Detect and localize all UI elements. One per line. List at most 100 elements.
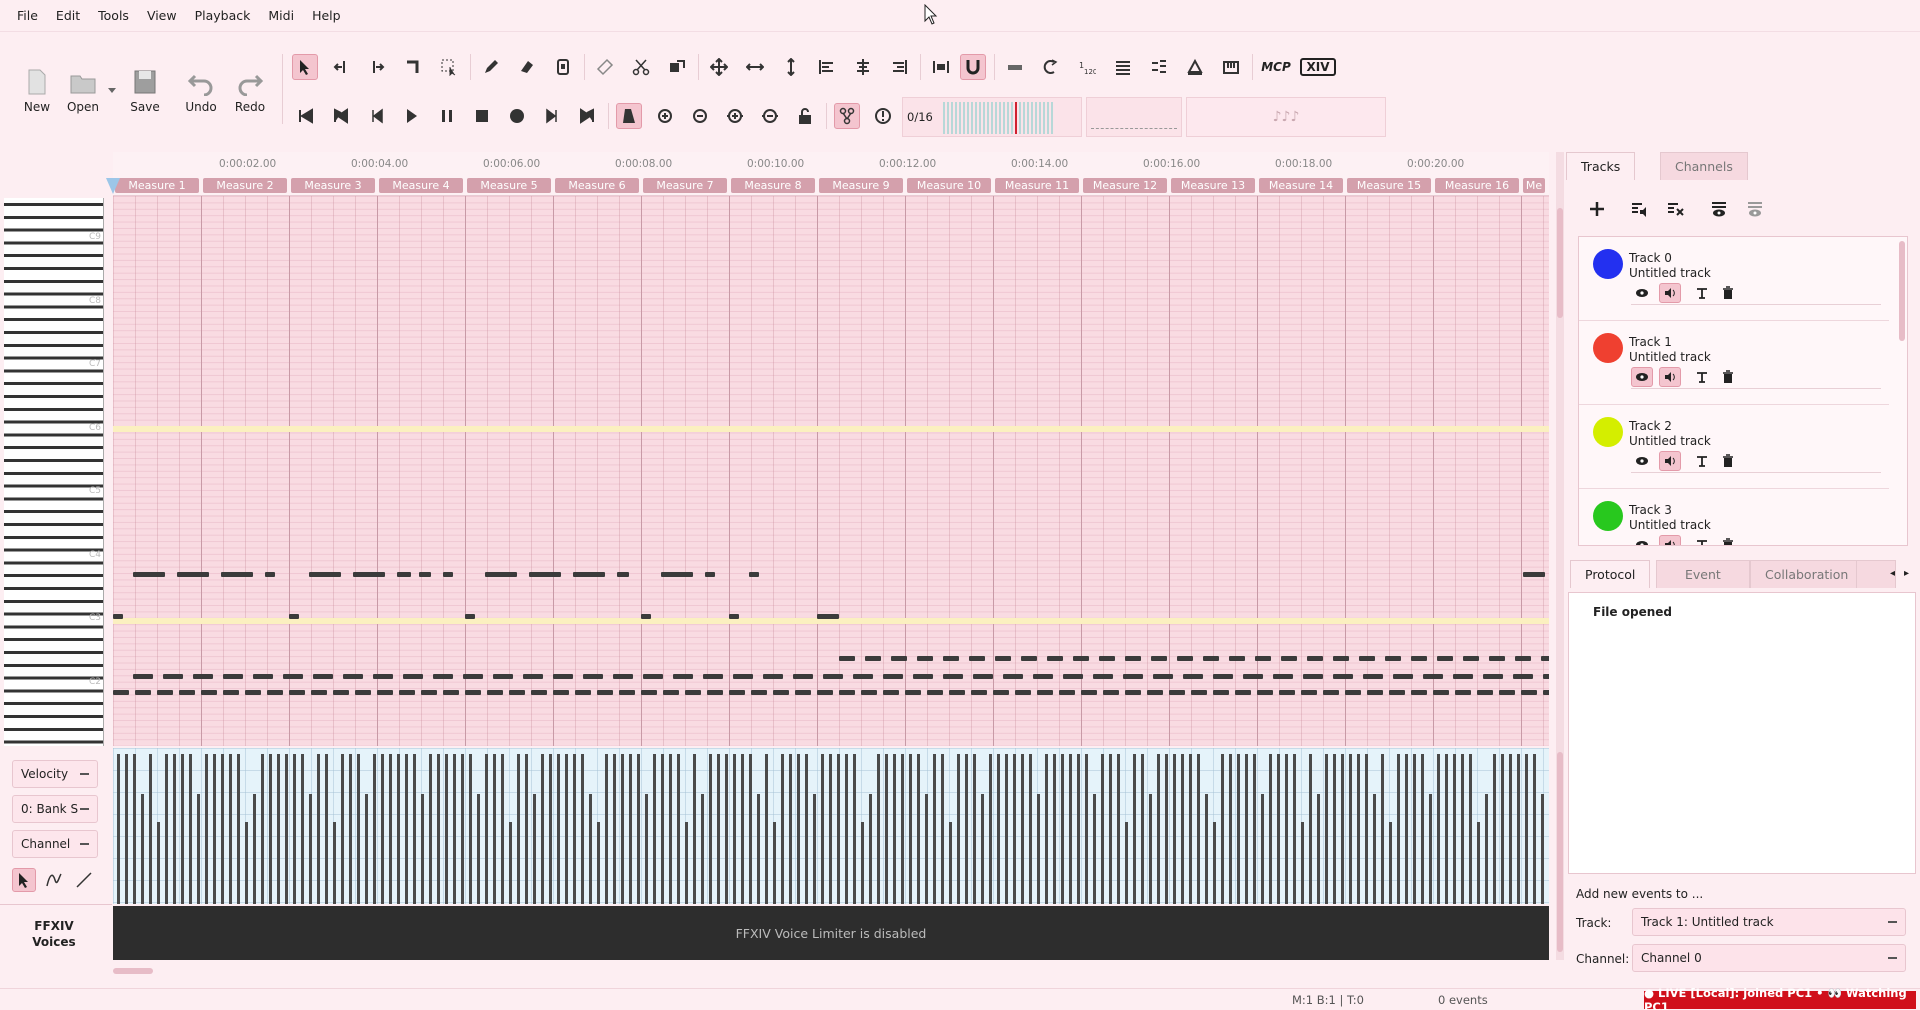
velocity-bar[interactable] <box>1269 754 1272 904</box>
save-button[interactable]: Save <box>120 68 170 138</box>
midi-note[interactable] <box>573 572 605 577</box>
midi-note[interactable] <box>1281 656 1297 661</box>
midi-note[interactable] <box>463 674 483 679</box>
velocity-bar[interactable] <box>1445 754 1448 904</box>
select-single-tool-button[interactable] <box>400 54 426 80</box>
velocity-bar[interactable] <box>1381 754 1384 904</box>
velocity-bar[interactable] <box>733 754 736 904</box>
velocity-bar[interactable] <box>797 754 800 904</box>
midi-note[interactable] <box>1453 674 1473 679</box>
move-all-tool-button[interactable] <box>706 54 732 80</box>
midi-note[interactable] <box>223 690 239 695</box>
midi-note[interactable] <box>1477 690 1493 695</box>
midi-note[interactable] <box>705 572 715 577</box>
add-track-button[interactable] <box>1584 196 1610 222</box>
midi-note[interactable] <box>179 690 195 695</box>
velocity-bar[interactable] <box>1493 754 1496 904</box>
track-row[interactable]: Track 1 Untitled track <box>1579 321 1889 405</box>
midi-note[interactable] <box>1303 674 1323 679</box>
midi-note[interactable] <box>1213 690 1229 695</box>
velocity-bar[interactable] <box>1285 754 1288 904</box>
midi-note[interactable] <box>1169 690 1185 695</box>
velocity-bar[interactable] <box>509 822 512 904</box>
velocity-bar[interactable] <box>965 754 968 904</box>
velocity-select[interactable]: Velocity <box>12 760 98 788</box>
track-delete-button[interactable] <box>1717 367 1739 387</box>
midi-note[interactable] <box>1183 674 1203 679</box>
velocity-bar[interactable] <box>1173 754 1176 904</box>
midi-note[interactable] <box>733 674 753 679</box>
midi-note[interactable] <box>289 614 299 619</box>
velocity-bar[interactable] <box>629 754 632 904</box>
select-right-tool-button[interactable] <box>364 54 390 80</box>
velocity-bar[interactable] <box>1469 754 1472 904</box>
velocity-bar[interactable] <box>1429 794 1432 904</box>
velocity-bar[interactable] <box>877 754 880 904</box>
midi-note[interactable] <box>355 690 371 695</box>
tab-collaboration[interactable]: Collaboration <box>1750 560 1864 588</box>
midi-note[interactable] <box>1235 690 1251 695</box>
midi-note[interactable] <box>1513 674 1533 679</box>
midi-note[interactable] <box>763 674 783 679</box>
midi-note[interactable] <box>1515 656 1531 661</box>
velocity-bar[interactable] <box>1461 754 1464 904</box>
velocity-bar[interactable] <box>173 754 176 904</box>
midi-note[interactable] <box>419 572 431 577</box>
tab-tracks[interactable]: Tracks <box>1566 152 1636 180</box>
velocity-bar[interactable] <box>229 754 232 904</box>
track-rename-button[interactable] <box>1691 451 1713 471</box>
velocity-bar[interactable] <box>1101 754 1104 904</box>
select-box-tool-button[interactable] <box>436 54 462 80</box>
velocity-bar[interactable] <box>829 754 832 904</box>
velocity-bar[interactable] <box>389 754 392 904</box>
velocity-bar[interactable] <box>1525 754 1528 904</box>
xiv-button[interactable]: XIV <box>1300 58 1336 76</box>
velocity-bar[interactable] <box>1389 822 1392 904</box>
velocity-bar[interactable] <box>317 754 320 904</box>
velocity-bar[interactable] <box>845 754 848 904</box>
velocity-bar[interactable] <box>621 754 624 904</box>
velocity-bar[interactable] <box>125 754 128 904</box>
midi-note[interactable] <box>433 674 453 679</box>
pause-button[interactable] <box>434 103 460 129</box>
velocity-bar[interactable] <box>1397 754 1400 904</box>
velocity-bar[interactable] <box>469 754 472 904</box>
midi-note[interactable] <box>749 572 759 577</box>
velocity-bar[interactable] <box>773 822 776 904</box>
eraser-tool-button[interactable] <box>514 54 540 80</box>
midi-note[interactable] <box>1125 690 1141 695</box>
new-button[interactable]: New <box>12 68 62 138</box>
velocity-bar[interactable] <box>613 754 616 904</box>
menu-tools[interactable]: Tools <box>89 8 138 23</box>
velocity-bar[interactable] <box>885 754 888 904</box>
velocity-bar[interactable] <box>693 754 696 904</box>
midi-note[interactable] <box>751 690 767 695</box>
midi-note[interactable] <box>1037 690 1053 695</box>
midi-note[interactable] <box>817 614 839 619</box>
velocity-bar[interactable] <box>1093 794 1096 904</box>
velocity-bar[interactable] <box>421 794 424 904</box>
midi-note[interactable] <box>553 690 569 695</box>
midi-note[interactable] <box>973 674 993 679</box>
midi-note[interactable] <box>1243 674 1263 679</box>
ruler-measure-label[interactable]: Measure 15 <box>1347 178 1431 193</box>
vertical-scrollbar-thumb[interactable] <box>1557 208 1563 318</box>
velocity-bar[interactable] <box>989 754 992 904</box>
track-row[interactable]: Track 3 Untitled track <box>1579 489 1889 545</box>
velocity-bar[interactable] <box>269 754 272 904</box>
live-collaboration-badge[interactable]: ● LIVE [Local]: joined PC1 • 👀 Watching … <box>1644 986 1916 1010</box>
undo-button[interactable]: Undo <box>176 68 226 138</box>
velocity-bar[interactable] <box>1021 754 1024 904</box>
midi-note[interactable] <box>1363 674 1383 679</box>
transpose-button[interactable] <box>1038 54 1064 80</box>
ruler-measure-label[interactable]: Measure 7 <box>643 178 727 193</box>
midi-thru-button[interactable] <box>834 103 860 129</box>
velocity-bar[interactable] <box>381 754 384 904</box>
skip-to-start-button[interactable] <box>293 103 319 129</box>
velocity-scrollbar-thumb[interactable] <box>1557 752 1563 952</box>
velocity-bar[interactable] <box>685 822 688 904</box>
stop-button[interactable] <box>469 103 495 129</box>
velocity-bar[interactable] <box>669 754 672 904</box>
velocity-bar[interactable] <box>117 754 120 904</box>
velocity-bar[interactable] <box>405 754 408 904</box>
